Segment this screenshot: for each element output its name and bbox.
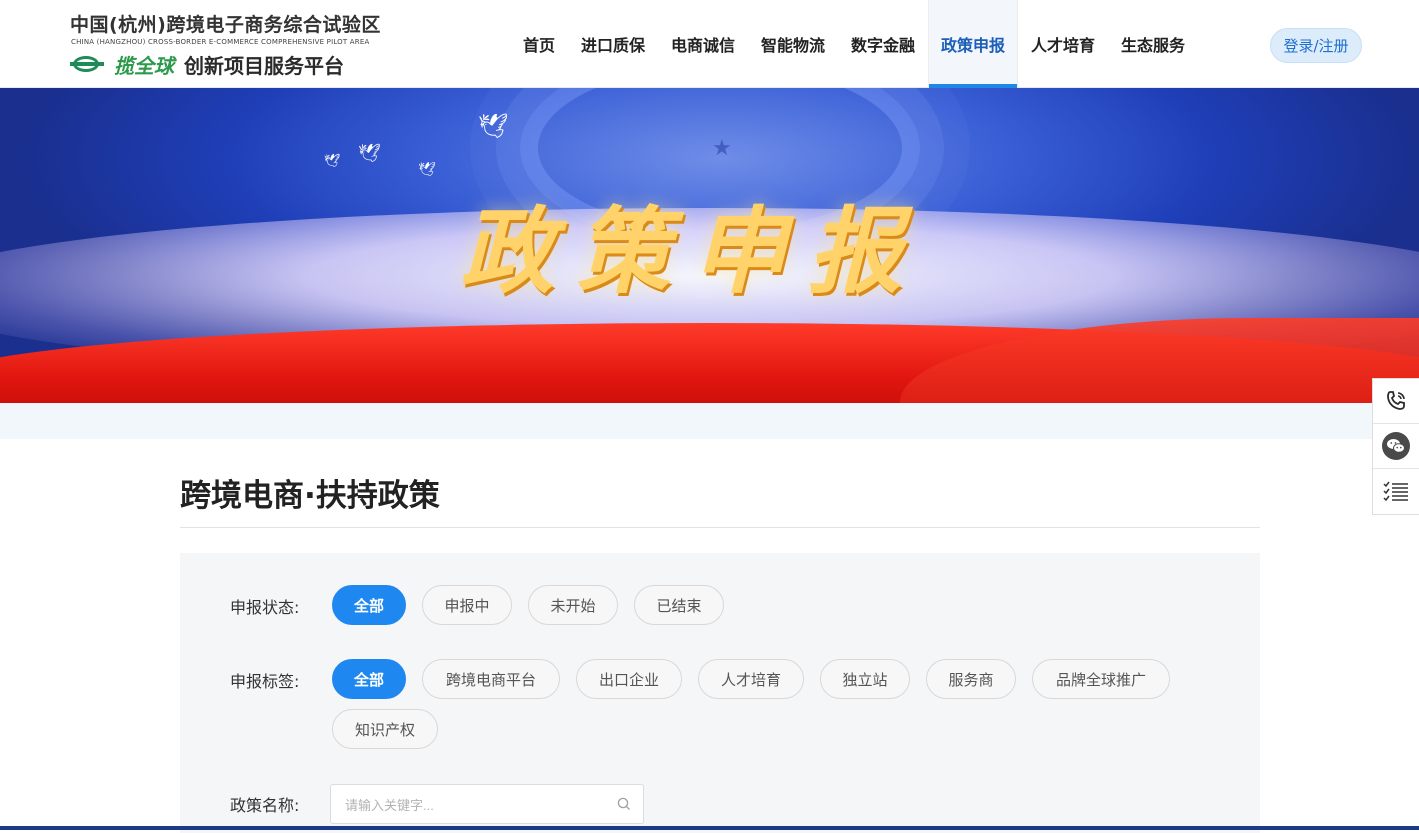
nav-item-smart-logistics[interactable]: 智能物流 — [748, 0, 838, 88]
window-bottom-edge — [0, 826, 1419, 830]
globe-logo-icon — [70, 52, 104, 76]
dove-icon: 🕊 — [418, 162, 436, 178]
nav-item-talent-training[interactable]: 人才培育 — [1018, 0, 1108, 88]
banner-title: 政策申报 — [460, 197, 925, 307]
dove-icon: 🕊 — [358, 143, 381, 164]
status-chip-ended[interactable]: 已结束 — [634, 585, 724, 625]
tag-chip-all[interactable]: 全部 — [332, 659, 406, 699]
nav-item-ecommerce-integrity[interactable]: 电商诚信 — [658, 0, 748, 88]
site-header: 中国(杭州)跨境电子商务综合试验区 CHINA (HANGZHOU) CROSS… — [0, 0, 1419, 88]
site-logo[interactable]: 中国(杭州)跨境电子商务综合试验区 CHINA (HANGZHOU) CROSS… — [70, 8, 390, 80]
section-divider — [180, 527, 1260, 528]
tag-chip-independent-site[interactable]: 独立站 — [820, 659, 910, 699]
side-phone-button[interactable] — [1373, 379, 1419, 424]
dove-icon: 🕊 — [478, 112, 509, 140]
logo-chinese-title: 中国(杭州)跨境电子商务综合试验区 — [70, 14, 381, 36]
status-chip-all[interactable]: 全部 — [332, 585, 406, 625]
status-chip-in-progress[interactable]: 申报中 — [422, 585, 512, 625]
policy-name-label: 政策名称: — [230, 796, 300, 815]
hero-banner: ★ 🕊 🕊 🕊 🕊 政策申报 — [0, 88, 1419, 403]
nav-item-policy-declaration[interactable]: 政策申报 — [928, 0, 1018, 88]
tag-filter-label: 申报标签: — [230, 672, 300, 691]
policy-search-box — [330, 784, 644, 824]
wechat-icon — [1382, 432, 1410, 460]
status-chip-not-started[interactable]: 未开始 — [528, 585, 618, 625]
nav-item-import-quality[interactable]: 进口质保 — [568, 0, 658, 88]
section-title: 跨境电商·扶持政策 — [180, 478, 440, 514]
search-icon[interactable] — [617, 797, 631, 811]
policy-search-input[interactable] — [345, 794, 605, 816]
logo-brand: 揽全球 — [114, 53, 174, 78]
logo-english-title: CHINA (HANGZHOU) CROSS-BORDER E-COMMERCE… — [71, 38, 370, 46]
side-list-button[interactable] — [1373, 469, 1419, 514]
tag-chip-service-provider[interactable]: 服务商 — [926, 659, 1016, 699]
phone-icon — [1387, 391, 1405, 410]
star-icon: ★ — [712, 136, 732, 161]
logo-brand-row: 揽全球 创新项目服务平台 — [70, 50, 344, 78]
status-filter-label: 申报状态: — [230, 598, 300, 617]
tag-chip-talent-training[interactable]: 人才培育 — [698, 659, 804, 699]
nav-item-ecosystem-services[interactable]: 生态服务 — [1108, 0, 1198, 88]
main-nav: 首页 进口质保 电商诚信 智能物流 数字金融 政策申报 人才培育 生态服务 — [510, 0, 1198, 88]
login-register-button[interactable]: 登录/注册 — [1270, 28, 1362, 63]
list-icon — [1383, 481, 1408, 501]
tag-chip-brand-promotion[interactable]: 品牌全球推广 — [1032, 659, 1170, 699]
banner-bottom-strip — [0, 403, 1419, 439]
tag-chip-intellectual-property[interactable]: 知识产权 — [332, 709, 438, 749]
side-wechat-button[interactable] — [1373, 424, 1419, 469]
nav-item-home[interactable]: 首页 — [510, 0, 568, 88]
dove-icon: 🕊 — [324, 154, 341, 169]
nav-item-digital-finance[interactable]: 数字金融 — [838, 0, 928, 88]
tag-chip-ecommerce-platform[interactable]: 跨境电商平台 — [422, 659, 560, 699]
tag-chip-export-enterprise[interactable]: 出口企业 — [576, 659, 682, 699]
logo-subtitle: 创新项目服务平台 — [184, 53, 344, 78]
side-toolbar — [1372, 378, 1419, 515]
